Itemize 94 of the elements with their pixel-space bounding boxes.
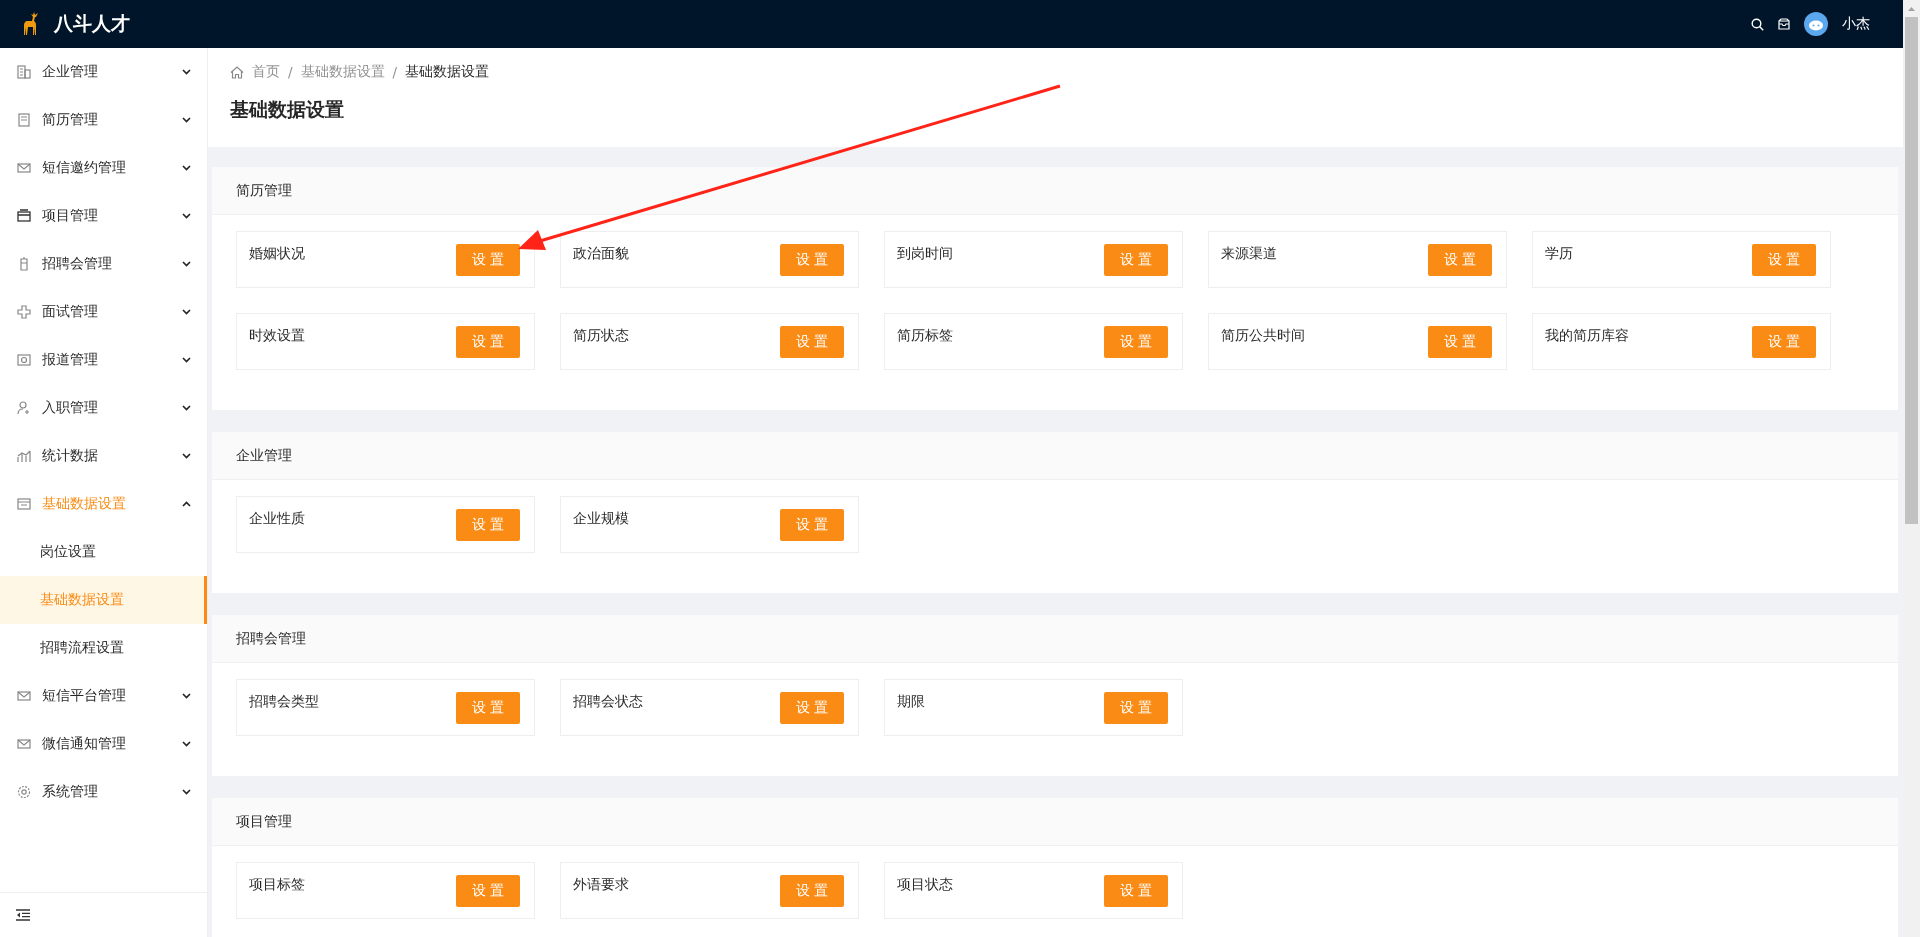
home-icon[interactable] xyxy=(230,65,244,79)
breadcrumb-separator: / xyxy=(392,64,398,80)
menu-item[interactable]: 系统管理 xyxy=(0,768,207,816)
chevron-down-icon xyxy=(182,789,191,795)
menu-item[interactable]: 短信平台管理 xyxy=(0,672,207,720)
setting-label: 时效设置 xyxy=(249,326,305,345)
setting-label: 学历 xyxy=(1545,244,1573,263)
building-icon xyxy=(16,64,32,80)
menu-item[interactable]: 面试管理 xyxy=(0,288,207,336)
setting-label: 我的简历库容 xyxy=(1545,326,1629,345)
gear-icon xyxy=(16,784,32,800)
settings-button[interactable]: 设置 xyxy=(456,692,520,724)
breadcrumb-link[interactable]: 首页 xyxy=(252,63,280,81)
menu-item[interactable]: 入职管理 xyxy=(0,384,207,432)
setting-label: 来源渠道 xyxy=(1221,244,1277,263)
chevron-down-icon xyxy=(182,309,191,315)
breadcrumb-separator: / xyxy=(288,64,293,80)
settings-button[interactable]: 设置 xyxy=(1752,326,1816,358)
settings-button[interactable]: 设置 xyxy=(1104,875,1168,907)
settings-button[interactable]: 设置 xyxy=(456,875,520,907)
user-name[interactable]: 小杰 xyxy=(1842,15,1870,33)
chevron-down-icon xyxy=(182,357,191,363)
section-header: 招聘会管理 xyxy=(212,615,1898,663)
collapse-menu-icon[interactable] xyxy=(16,909,30,921)
section-header: 企业管理 xyxy=(212,432,1898,480)
settings-button[interactable]: 设置 xyxy=(456,509,520,541)
chevron-down-icon xyxy=(182,165,191,171)
menu-item[interactable]: 短信邀约管理 xyxy=(0,144,207,192)
settings-button[interactable]: 设置 xyxy=(780,326,844,358)
setting-label: 到岗时间 xyxy=(897,244,953,263)
settings-button[interactable]: 设置 xyxy=(456,326,520,358)
menu-item[interactable]: 招聘会管理 xyxy=(0,240,207,288)
section-header: 项目管理 xyxy=(212,798,1898,846)
settings-button[interactable]: 设置 xyxy=(780,509,844,541)
settings-button[interactable]: 设置 xyxy=(1104,244,1168,276)
folder-icon xyxy=(16,496,32,512)
submenu-item[interactable]: 岗位设置 xyxy=(0,528,207,576)
avatar-icon[interactable] xyxy=(1804,12,1828,36)
section-header: 简历管理 xyxy=(212,167,1898,215)
settings-button[interactable]: 设置 xyxy=(1104,326,1168,358)
breadcrumb-link[interactable]: 基础数据设置 xyxy=(300,63,385,81)
setting-label: 项目标签 xyxy=(249,875,305,894)
menu-item[interactable]: 企业管理 xyxy=(0,48,207,96)
user-plus-icon xyxy=(16,400,32,416)
setting-label: 企业性质 xyxy=(249,509,305,528)
settings-button[interactable]: 设置 xyxy=(1104,692,1168,724)
setting-label: 项目状态 xyxy=(897,875,953,894)
chevron-down-icon xyxy=(182,117,191,123)
settings-button[interactable]: 设置 xyxy=(456,244,520,276)
submenu-item[interactable]: 基础数据设置 xyxy=(0,576,207,624)
menu-item[interactable]: 简历管理 xyxy=(0,96,207,144)
window-icon xyxy=(16,208,32,224)
chevron-down-icon xyxy=(182,69,191,75)
setting-label: 招聘会类型 xyxy=(249,692,319,711)
chevron-down-icon xyxy=(182,261,191,267)
menu-item[interactable]: 统计数据 xyxy=(0,432,207,480)
setting-label: 外语要求 xyxy=(573,875,629,894)
settings-button[interactable]: 设置 xyxy=(1428,244,1492,276)
deer-logo-icon xyxy=(22,11,40,37)
chevron-up-icon xyxy=(182,501,191,507)
chart-icon xyxy=(16,448,32,464)
envelope-icon xyxy=(16,160,32,176)
menu-item[interactable]: 报道管理 xyxy=(0,336,207,384)
setting-label: 简历状态 xyxy=(573,326,629,345)
setting-label: 婚姻状况 xyxy=(249,244,305,263)
image-icon xyxy=(16,352,32,368)
chevron-down-icon xyxy=(182,693,191,699)
scrollbar-thumb[interactable] xyxy=(1905,17,1918,524)
chevron-down-icon xyxy=(182,453,191,459)
settings-button[interactable]: 设置 xyxy=(780,875,844,907)
menu-item[interactable]: 项目管理 xyxy=(0,192,207,240)
chevron-down-icon xyxy=(182,405,191,411)
settings-button[interactable]: 设置 xyxy=(1752,244,1816,276)
chevron-down-icon xyxy=(182,213,191,219)
menu-item[interactable]: 基础数据设置 xyxy=(0,480,207,528)
setting-label: 简历标签 xyxy=(897,326,953,345)
settings-button[interactable]: 设置 xyxy=(780,692,844,724)
page-title: 基础数据设置 xyxy=(230,97,345,122)
setting-label: 招聘会状态 xyxy=(573,692,643,711)
document-icon xyxy=(16,112,32,128)
setting-label: 简历公共时间 xyxy=(1221,326,1305,345)
search-icon[interactable] xyxy=(1751,17,1764,31)
setting-label: 企业规模 xyxy=(573,509,629,528)
brand-name: 八斗人才 xyxy=(54,11,130,36)
menu-item[interactable]: 微信通知管理 xyxy=(0,720,207,768)
settings-button[interactable]: 设置 xyxy=(780,244,844,276)
submenu-item[interactable]: 招聘流程设置 xyxy=(0,624,207,672)
inbox-icon[interactable] xyxy=(1778,18,1790,30)
chevron-down-icon xyxy=(182,741,191,747)
setting-label: 政治面貌 xyxy=(573,244,629,263)
settings-button[interactable]: 设置 xyxy=(1428,326,1492,358)
setting-label: 期限 xyxy=(897,692,925,711)
envelope-icon xyxy=(16,736,32,752)
envelope-icon xyxy=(16,688,32,704)
